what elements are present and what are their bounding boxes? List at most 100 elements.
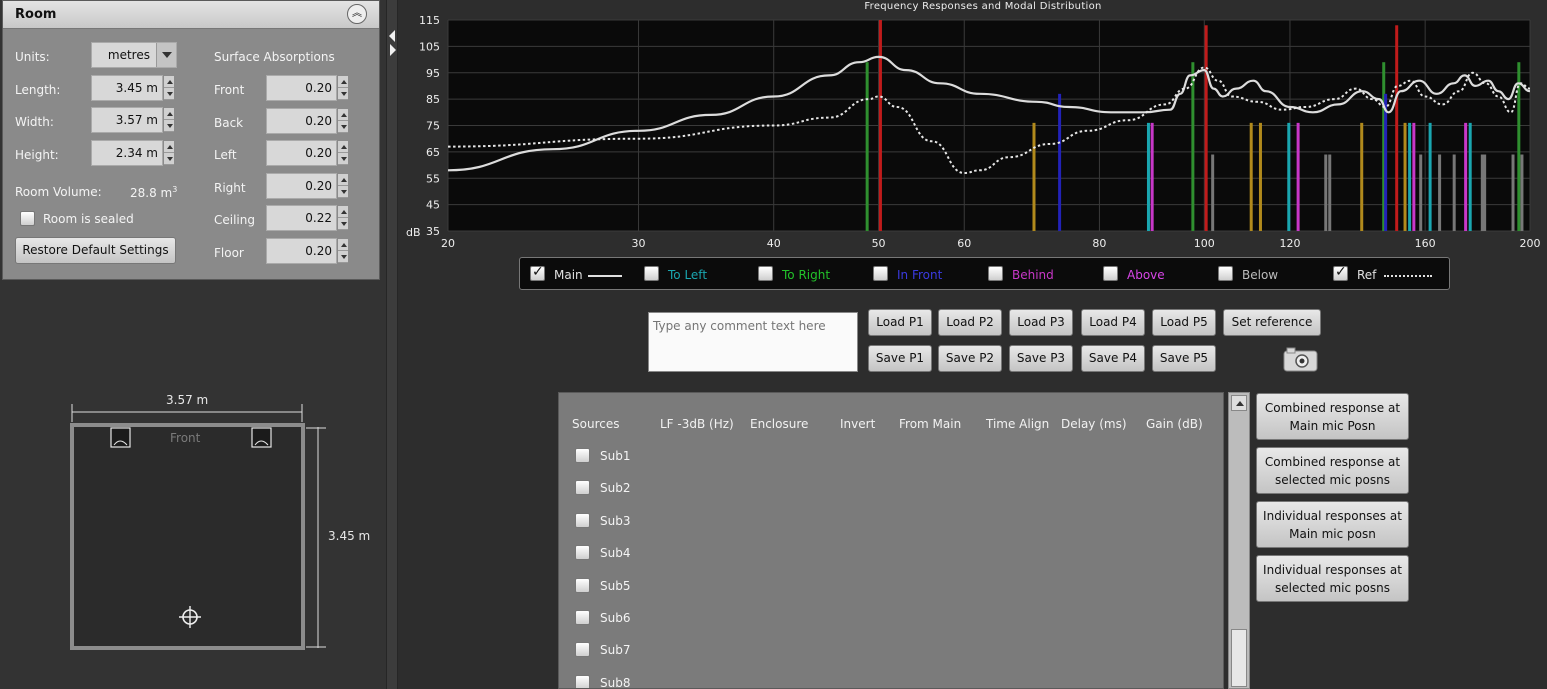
length-input[interactable]: 3.45 m bbox=[91, 75, 163, 101]
sub-enable-checkbox[interactable] bbox=[575, 642, 590, 658]
absorption-input-front[interactable]: 0.20 bbox=[266, 75, 337, 101]
load-preset-5-button[interactable]: Load P5 bbox=[1152, 309, 1216, 336]
set-reference-button[interactable]: Set reference bbox=[1223, 309, 1321, 336]
response-mode-button-2[interactable]: Combined response at selected mic posns bbox=[1256, 447, 1409, 494]
legend-checkbox[interactable] bbox=[873, 266, 888, 281]
stepper-up-icon[interactable] bbox=[164, 108, 174, 120]
scroll-up-icon[interactable] bbox=[1231, 395, 1247, 411]
pane-splitter[interactable] bbox=[386, 0, 398, 689]
subs-scrollbar[interactable] bbox=[1228, 392, 1250, 689]
response-mode-button-3[interactable]: Individual responses at Main mic posn bbox=[1256, 501, 1409, 548]
restore-defaults-button[interactable]: Restore Default Settings bbox=[15, 237, 176, 264]
absorption-input-ceiling[interactable]: 0.22 bbox=[266, 205, 337, 232]
sub-enable-checkbox[interactable] bbox=[575, 577, 590, 593]
sub-row-sub4[interactable]: Sub4 bbox=[575, 545, 695, 563]
stepper-down-icon[interactable] bbox=[164, 153, 174, 165]
absorption-stepper-ceiling[interactable] bbox=[337, 205, 349, 232]
legend-checkbox[interactable] bbox=[644, 266, 659, 281]
load-preset-4-button[interactable]: Load P4 bbox=[1081, 309, 1145, 336]
stepper-down-icon[interactable] bbox=[338, 121, 348, 133]
sub-row-sub2[interactable]: Sub2 bbox=[575, 480, 695, 498]
legend-checkbox[interactable] bbox=[988, 266, 1003, 281]
stepper-down-icon[interactable] bbox=[338, 88, 348, 100]
room-sealed-checkbox[interactable] bbox=[20, 211, 35, 226]
units-select[interactable]: metres bbox=[91, 42, 177, 68]
stepper-down-icon[interactable] bbox=[338, 251, 348, 263]
legend-checkbox[interactable] bbox=[530, 264, 545, 281]
legend-item-above[interactable]: Above bbox=[1103, 266, 1213, 284]
sub-row-sub3[interactable]: Sub3 bbox=[575, 512, 695, 531]
sub-row-sub5[interactable]: Sub5 bbox=[575, 577, 695, 596]
absorption-input-back[interactable]: 0.20 bbox=[266, 107, 337, 134]
legend-checkbox[interactable] bbox=[758, 266, 773, 281]
absorption-stepper-back[interactable] bbox=[337, 107, 349, 134]
response-mode-button-1[interactable]: Combined response at Main mic Posn bbox=[1256, 393, 1409, 440]
chevron-down-icon[interactable] bbox=[156, 43, 176, 67]
stepper-up-icon[interactable] bbox=[338, 239, 348, 251]
stepper-up-icon[interactable] bbox=[338, 174, 348, 186]
sub-enable-checkbox[interactable] bbox=[575, 610, 590, 625]
camera-icon[interactable] bbox=[1281, 346, 1319, 372]
legend-checkbox[interactable] bbox=[1103, 266, 1118, 281]
legend-item-main[interactable]: Main bbox=[530, 264, 640, 284]
legend-item-in-front[interactable]: In Front bbox=[873, 266, 983, 284]
height-input[interactable]: 2.34 m bbox=[91, 140, 163, 166]
mode-bar-23 bbox=[1428, 122, 1432, 231]
height-stepper[interactable] bbox=[163, 140, 175, 166]
save-preset-5-button[interactable]: Save P5 bbox=[1152, 345, 1216, 372]
comment-input[interactable] bbox=[648, 312, 858, 372]
stepper-down-icon[interactable] bbox=[338, 186, 348, 198]
collapse-icon[interactable]: ︽ bbox=[347, 4, 367, 24]
sub-row-sub1[interactable]: Sub1 bbox=[575, 448, 695, 466]
absorption-stepper-front[interactable] bbox=[337, 75, 349, 101]
left-speaker-icon[interactable] bbox=[110, 427, 131, 448]
legend-item-to-right[interactable]: To Right bbox=[758, 266, 868, 284]
sub-enable-checkbox[interactable] bbox=[575, 448, 590, 463]
legend-item-below[interactable]: Below bbox=[1218, 266, 1328, 284]
legend-item-ref[interactable]: Ref bbox=[1333, 264, 1443, 284]
load-preset-1-button[interactable]: Load P1 bbox=[868, 309, 932, 336]
expand-right-icon[interactable] bbox=[390, 44, 396, 56]
legend-checkbox[interactable] bbox=[1333, 264, 1348, 281]
stepper-up-icon[interactable] bbox=[164, 141, 174, 153]
room-panel-header[interactable]: Room ︽ bbox=[3, 1, 379, 29]
absorption-input-floor[interactable]: 0.20 bbox=[266, 238, 337, 264]
width-stepper[interactable] bbox=[163, 107, 175, 133]
right-speaker-icon[interactable] bbox=[251, 427, 272, 448]
stepper-down-icon[interactable] bbox=[338, 153, 348, 166]
sub-enable-checkbox[interactable] bbox=[575, 480, 590, 496]
stepper-up-icon[interactable] bbox=[164, 76, 174, 88]
sub-enable-checkbox[interactable] bbox=[575, 512, 590, 528]
save-preset-2-button[interactable]: Save P2 bbox=[938, 345, 1002, 372]
absorption-input-left[interactable]: 0.20 bbox=[266, 140, 337, 167]
stepper-up-icon[interactable] bbox=[338, 206, 348, 219]
response-mode-button-4[interactable]: Individual responses at selected mic pos… bbox=[1256, 555, 1409, 602]
legend-item-to-left[interactable]: To Left bbox=[644, 266, 754, 284]
stepper-down-icon[interactable] bbox=[338, 218, 348, 231]
sub-enable-checkbox[interactable] bbox=[575, 545, 590, 561]
load-preset-2-button[interactable]: Load P2 bbox=[938, 309, 1002, 336]
sub-enable-checkbox[interactable] bbox=[575, 674, 590, 688]
absorption-stepper-left[interactable] bbox=[337, 140, 349, 167]
sub-row-sub6[interactable]: Sub6 bbox=[575, 610, 695, 628]
legend-checkbox[interactable] bbox=[1218, 266, 1233, 281]
stepper-down-icon[interactable] bbox=[164, 120, 174, 132]
load-preset-3-button[interactable]: Load P3 bbox=[1009, 309, 1073, 336]
save-preset-4-button[interactable]: Save P4 bbox=[1081, 345, 1145, 372]
scroll-thumb[interactable] bbox=[1231, 629, 1247, 687]
stepper-down-icon[interactable] bbox=[164, 88, 174, 100]
absorption-stepper-right[interactable] bbox=[337, 172, 349, 199]
stepper-up-icon[interactable] bbox=[338, 141, 348, 154]
absorption-stepper-floor[interactable] bbox=[337, 238, 349, 264]
save-preset-1-button[interactable]: Save P1 bbox=[868, 345, 932, 372]
collapse-left-icon[interactable] bbox=[389, 30, 395, 42]
stepper-up-icon[interactable] bbox=[338, 76, 348, 88]
stepper-up-icon[interactable] bbox=[338, 109, 348, 121]
sub-row-sub7[interactable]: Sub7 bbox=[575, 642, 695, 660]
length-stepper[interactable] bbox=[163, 75, 175, 101]
legend-item-behind[interactable]: Behind bbox=[988, 266, 1098, 284]
sub-row-sub8[interactable]: Sub8 bbox=[575, 674, 695, 688]
absorption-input-right[interactable]: 0.20 bbox=[266, 172, 337, 199]
save-preset-3-button[interactable]: Save P3 bbox=[1009, 345, 1073, 372]
width-input[interactable]: 3.57 m bbox=[91, 107, 163, 133]
